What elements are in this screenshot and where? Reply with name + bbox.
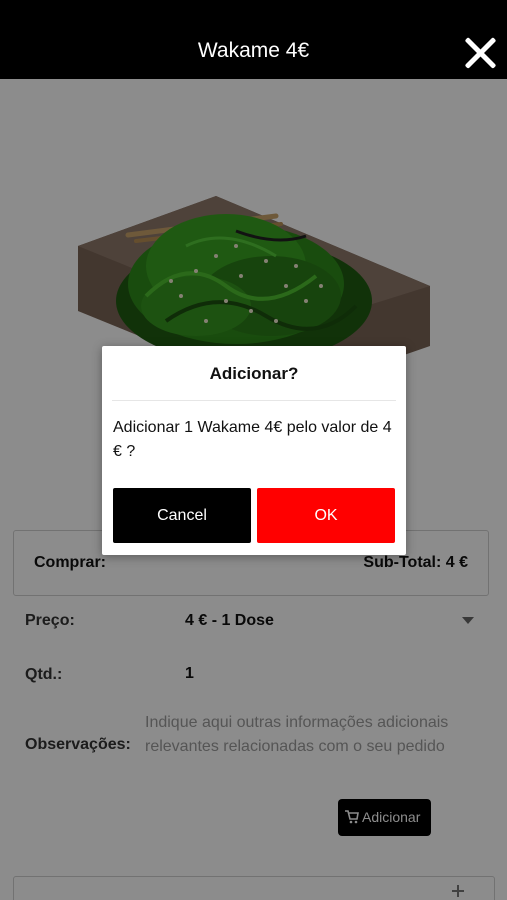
cancel-button[interactable]: Cancel (113, 488, 251, 543)
dialog-title: Adicionar? (209, 364, 299, 383)
ok-button[interactable]: OK (257, 488, 395, 543)
page-title: Wakame 4€ (197, 39, 310, 62)
close-icon[interactable] (463, 36, 497, 70)
dialog-divider (112, 400, 396, 401)
confirm-dialog: Adicionar? Adicionar 1 Wakame 4€ pelo va… (102, 346, 406, 555)
dialog-message: Adicionar 1 Wakame 4€ pelo valor de 4 € … (113, 419, 392, 460)
app-header: Wakame 4€ (0, 0, 507, 79)
